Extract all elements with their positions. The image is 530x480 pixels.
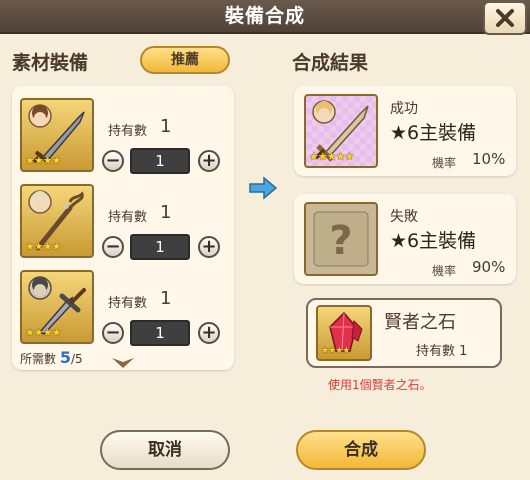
owned-label: 持有數 — [416, 344, 456, 359]
required-current: 5 — [59, 348, 71, 367]
failure-result-card: ? 失敗 ★6主裝備 機率 90% — [294, 194, 516, 284]
chevron-down-icon[interactable] — [110, 356, 136, 370]
quantity-stepper: − 1 + — [102, 320, 228, 348]
synthesize-button[interactable]: 合成 — [296, 430, 426, 470]
sage-stone-frame: ★★★★ — [316, 305, 372, 361]
material-item-dagger[interactable]: ★★★★ — [20, 270, 94, 344]
required-total: /5 — [70, 352, 83, 366]
question-mark-icon: ? — [313, 211, 369, 267]
required-label: 所需數 — [20, 352, 57, 366]
success-result-card: ★★★★★ 成功 ★6主裝備 機率 10% — [294, 86, 516, 176]
plus-button[interactable]: + — [198, 322, 220, 344]
success-rate: 10% — [472, 150, 506, 168]
materials-heading: 素材裝備 — [12, 52, 89, 74]
quantity-field[interactable]: 1 — [130, 234, 190, 260]
owned-count: 1 — [160, 288, 172, 309]
material-row: ★★★★ 持有數 1 − 1 + — [20, 270, 230, 354]
owned-label: 持有數 — [108, 296, 148, 311]
quantity-stepper: − 1 + — [102, 148, 228, 176]
owned-count: 1 — [459, 344, 468, 359]
required-count: 所需數 5/5 — [20, 348, 83, 367]
minus-button[interactable]: − — [102, 236, 124, 258]
plus-button[interactable]: + — [198, 150, 220, 172]
sage-stone-card[interactable]: ★★★★ 賢者之石 持有數 1 — [306, 298, 502, 368]
svg-text:?: ? — [329, 218, 352, 264]
unknown-item-frame[interactable]: ? — [304, 202, 378, 276]
close-button[interactable] — [483, 1, 527, 35]
quantity-stepper: − 1 + — [102, 234, 228, 262]
quantity-field[interactable]: 1 — [130, 148, 190, 174]
success-label: 成功 — [390, 101, 418, 117]
minus-button[interactable]: − — [102, 150, 124, 172]
rarity-stars: ★★★★★ — [309, 150, 354, 163]
rarity-stars: ★★★★ — [321, 346, 350, 356]
plus-button[interactable]: + — [198, 236, 220, 258]
window-title: 裝備合成 — [224, 5, 305, 27]
owned-label: 持有數 — [108, 210, 148, 225]
material-row: ★★★★ 持有數 1 − 1 + — [20, 184, 230, 268]
material-item-sword[interactable]: ★★★★ — [20, 98, 94, 172]
arrow-right-icon — [249, 176, 278, 200]
material-row: ★★★★ 持有數 1 − 1 + — [20, 98, 230, 182]
minus-button[interactable]: − — [102, 322, 124, 344]
failure-item-name: ★6主裝備 — [390, 230, 477, 252]
rarity-stars: ★★★★ — [25, 240, 61, 253]
success-item-name: ★6主裝備 — [390, 122, 477, 144]
cancel-button[interactable]: 取消 — [100, 430, 230, 470]
rarity-stars: ★★★★ — [25, 326, 61, 339]
failure-rate: 90% — [472, 258, 506, 276]
owned-count: 1 — [160, 116, 172, 137]
owned-label: 持有數 — [108, 124, 148, 139]
sage-stone-owned: 持有數 1 — [416, 340, 467, 359]
recommend-button[interactable]: 推薦 — [140, 46, 230, 74]
sage-stone-name: 賢者之石 — [384, 312, 456, 333]
close-icon — [496, 9, 514, 27]
material-item-staff[interactable]: ★★★★ — [20, 184, 94, 258]
sage-stone-note: 使用1個賢者之石。 — [328, 378, 432, 392]
result-heading: 合成結果 — [292, 52, 369, 74]
rarity-stars: ★★★★ — [25, 154, 61, 167]
owned-count: 1 — [160, 202, 172, 223]
success-rate-label: 機率 — [432, 156, 457, 170]
failure-label: 失敗 — [390, 209, 418, 225]
quantity-field[interactable]: 1 — [130, 320, 190, 346]
failure-rate-label: 機率 — [432, 264, 457, 278]
result-item-frame[interactable]: ★★★★★ — [304, 94, 378, 168]
